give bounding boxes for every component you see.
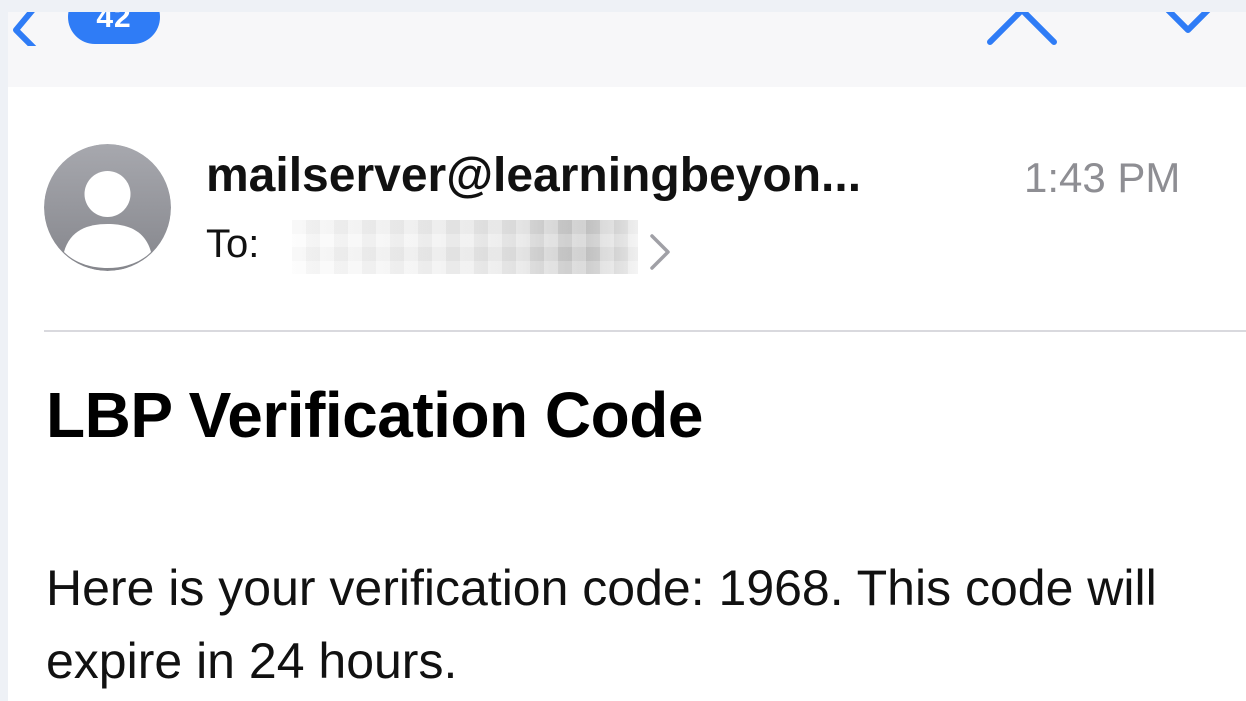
next-message-chevron-down-icon[interactable]	[1158, 12, 1218, 45]
recipient-redacted[interactable]	[292, 220, 638, 274]
to-label: To:	[206, 222, 260, 266]
mail-window: 42 mailserver@learningbeyon... 1:43 PM T…	[8, 12, 1246, 701]
recipient-details-chevron-right-icon[interactable]	[648, 232, 672, 277]
email-body: Here is your verification code: 1968. Th…	[46, 560, 1157, 689]
header-divider	[44, 330, 1246, 332]
email-subject: LBP Verification Code	[46, 379, 703, 451]
sender-address[interactable]: mailserver@learningbeyon...	[206, 148, 861, 203]
previous-message-chevron-up-icon[interactable]	[982, 12, 1062, 55]
unread-count-badge[interactable]: 42	[68, 12, 160, 44]
back-chevron-icon[interactable]	[10, 12, 50, 53]
navigation-bar: 42	[8, 12, 1246, 87]
sender-avatar-icon[interactable]	[44, 144, 171, 271]
received-time: 1:43 PM	[1024, 154, 1181, 201]
